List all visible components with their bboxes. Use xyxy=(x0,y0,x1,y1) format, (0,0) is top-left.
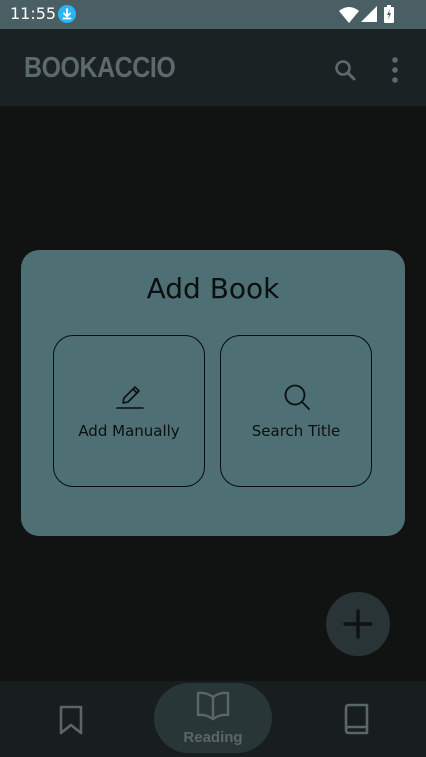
add-book-fab[interactable] xyxy=(326,592,390,656)
download-icon xyxy=(58,5,76,23)
status-bar: 11:55 xyxy=(0,0,426,29)
battery-icon xyxy=(384,5,394,23)
nav-item-library[interactable] xyxy=(326,681,386,757)
nav-item-reading[interactable]: Reading xyxy=(154,683,272,753)
bottom-navigation: Reading xyxy=(0,681,426,757)
search-icon[interactable] xyxy=(333,58,357,82)
book-icon xyxy=(344,703,369,735)
search-title-button[interactable]: Search Title xyxy=(220,335,372,487)
open-book-icon xyxy=(196,691,230,721)
plus-icon xyxy=(343,609,373,639)
wifi-icon xyxy=(339,7,359,23)
search-title-label: Search Title xyxy=(251,422,341,440)
add-book-dialog: Add Book Add Manually Search Title xyxy=(21,250,405,536)
app-title: BOOKACCIO xyxy=(24,52,176,84)
signal-icon xyxy=(361,6,377,22)
search-icon xyxy=(284,384,310,410)
bookmark-icon xyxy=(59,705,83,735)
add-manually-button[interactable]: Add Manually xyxy=(53,335,205,487)
status-time: 11:55 xyxy=(10,4,57,23)
app-bar: BOOKACCIO xyxy=(0,29,426,106)
more-vert-icon[interactable] xyxy=(390,56,400,84)
pencil-icon xyxy=(116,386,144,409)
add-manually-label: Add Manually xyxy=(78,422,180,440)
nav-item-bookmarks[interactable] xyxy=(40,681,100,757)
nav-label-reading: Reading xyxy=(183,729,243,746)
dialog-title: Add Book xyxy=(146,272,280,305)
